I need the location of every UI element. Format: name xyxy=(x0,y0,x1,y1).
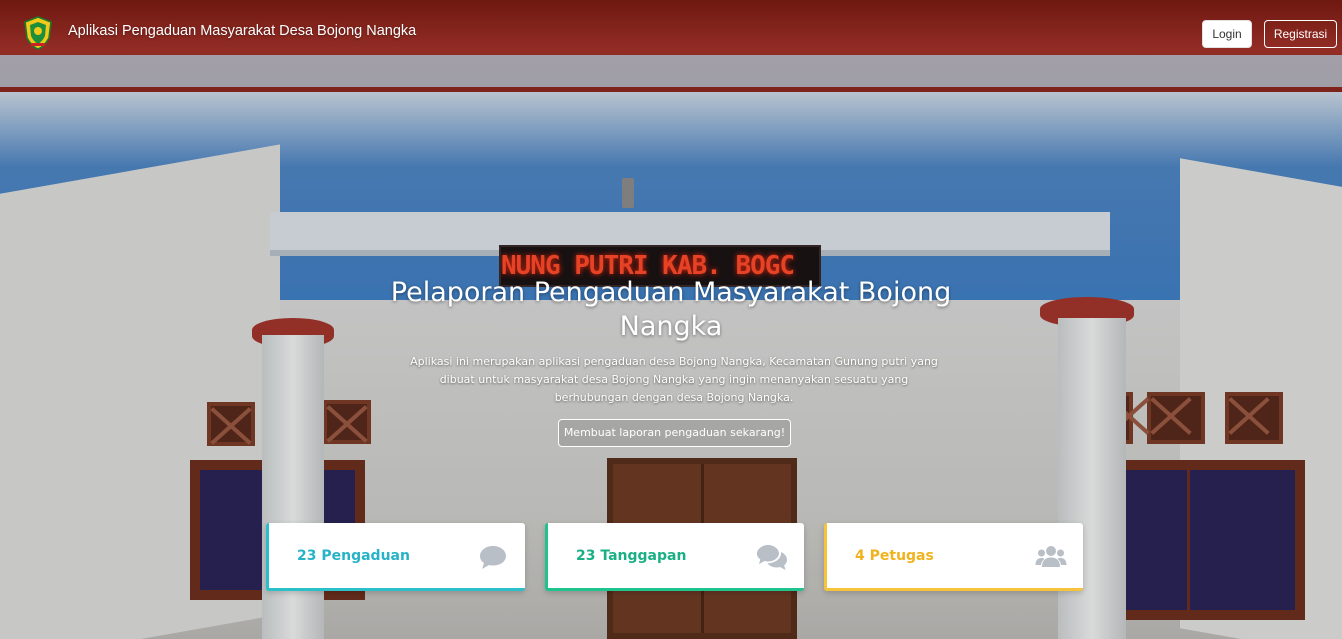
navbar: Aplikasi Pengaduan Masyarakat Desa Bojon… xyxy=(0,0,1342,66)
app-title[interactable]: Aplikasi Pengaduan Masyarakat Desa Bojon… xyxy=(68,23,416,39)
users-icon xyxy=(1035,546,1067,567)
create-report-button[interactable]: Membuat laporan pengaduan sekarang! xyxy=(558,419,791,447)
stat-card-complaints: 23 Pengaduan xyxy=(266,523,525,591)
stat-responses-label: 23 Tanggapan xyxy=(576,548,687,564)
comments-icon xyxy=(757,545,787,570)
comment-icon xyxy=(480,546,506,569)
stat-card-responses: 23 Tanggapan xyxy=(545,523,804,591)
stat-complaints-label: 23 Pengaduan xyxy=(297,548,410,564)
hero-title: Pelaporan Pengaduan Masyarakat Bojong Na… xyxy=(390,277,952,342)
village-emblem-logo[interactable] xyxy=(24,16,52,50)
stat-card-officers: 4 Petugas xyxy=(824,523,1083,591)
login-button[interactable]: Login xyxy=(1202,20,1252,48)
register-button[interactable]: Registrasi xyxy=(1264,20,1337,48)
hero-description: Aplikasi ini merupakan aplikasi pengadua… xyxy=(410,355,938,404)
stat-officers-label: 4 Petugas xyxy=(855,548,934,564)
